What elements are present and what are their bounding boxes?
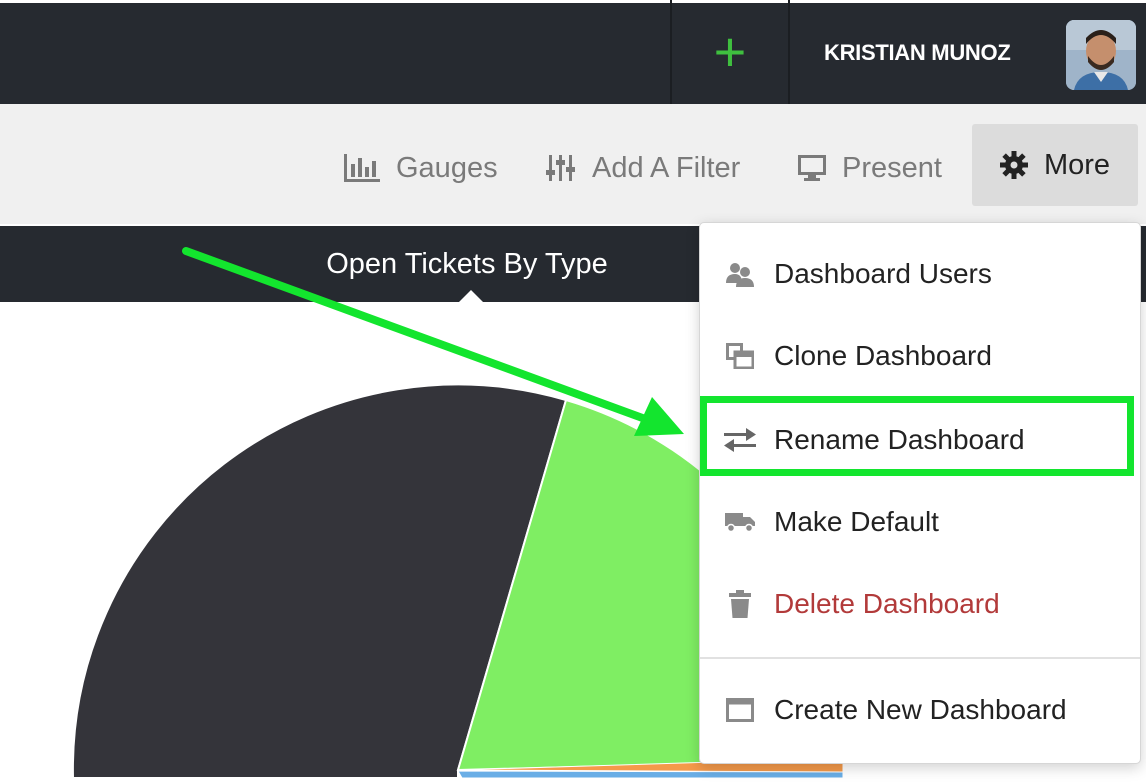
annotation-arrow bbox=[182, 247, 684, 436]
